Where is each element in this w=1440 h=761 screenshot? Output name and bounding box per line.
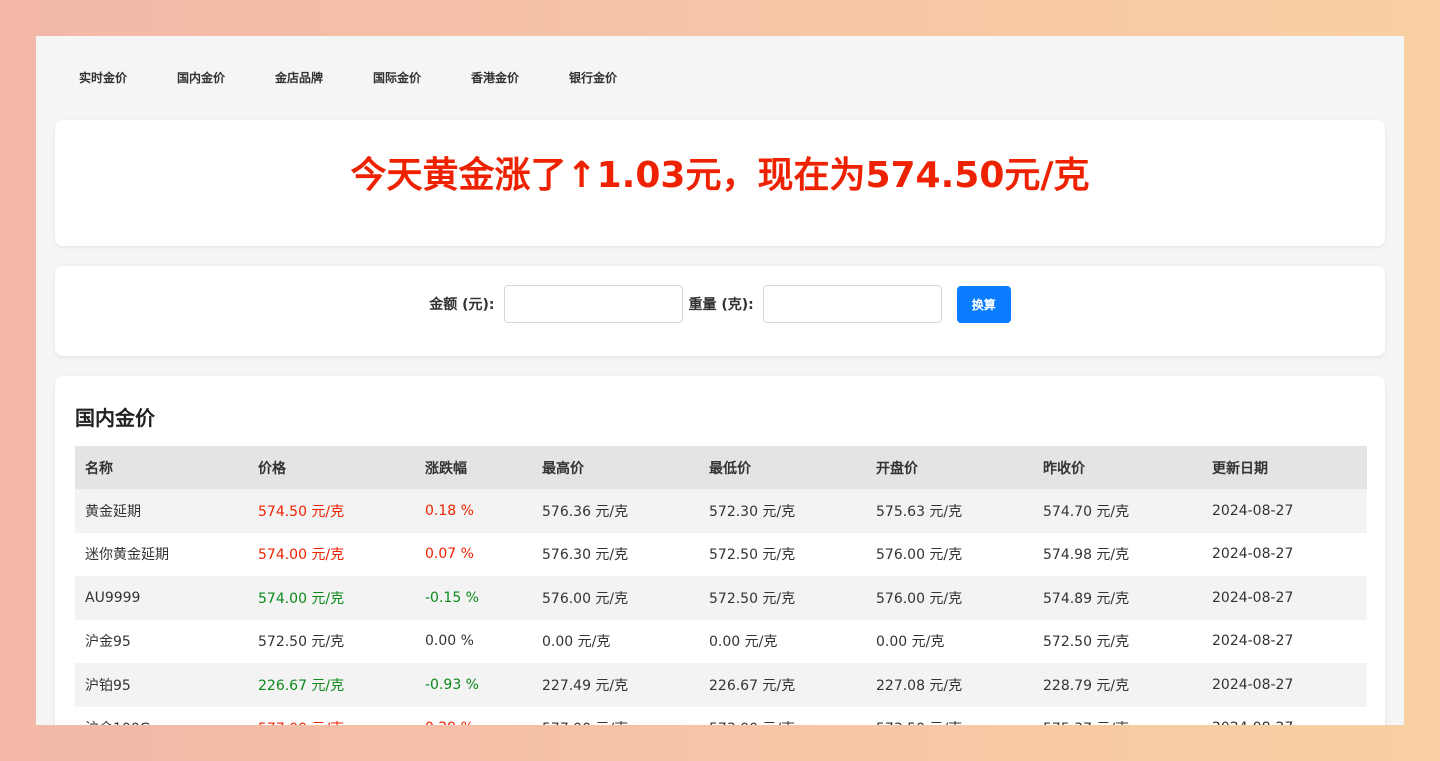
low-cell: 572.50 元/克 bbox=[699, 532, 866, 576]
open-cell: 575.63 元/克 bbox=[866, 489, 1033, 533]
browser-page: 实时金价 国内金价 金店品牌 国际金价 香港金价 银行金价 今天黄金涨了↑1.0… bbox=[36, 36, 1404, 725]
section-title: 国内金价 bbox=[75, 406, 155, 430]
price-table: 名称 价格 涨跌幅 最高价 最低价 开盘价 昨收价 更新日期 黄金延期 574.5… bbox=[75, 446, 1367, 725]
date-cell: 2024-08-27 bbox=[1202, 663, 1367, 707]
name-cell: AU9999 bbox=[75, 576, 248, 620]
high-cell: 577.00 元/克 bbox=[532, 706, 699, 725]
date-cell: 2024-08-27 bbox=[1202, 706, 1367, 725]
prev-close-cell: 228.79 元/克 bbox=[1033, 663, 1202, 707]
low-cell: 572.50 元/克 bbox=[699, 576, 866, 620]
open-cell: 576.00 元/克 bbox=[866, 576, 1033, 620]
low-cell: 0.00 元/克 bbox=[699, 619, 866, 663]
price-headline-card: 今天黄金涨了↑1.03元，现在为574.50元/克 bbox=[55, 120, 1385, 246]
col-header-open: 开盘价 bbox=[866, 446, 1033, 489]
date-cell: 2024-08-27 bbox=[1202, 489, 1367, 533]
change-cell: 0.00 % bbox=[415, 619, 532, 663]
name-cell: 沪金100G bbox=[75, 706, 248, 725]
price-cell: 226.67 元/克 bbox=[248, 663, 415, 707]
table-row: 黄金延期 574.50 元/克 0.18 % 576.36 元/克 572.30 元/克… bbox=[75, 489, 1367, 533]
convert-button[interactable]: 换算 bbox=[956, 285, 1011, 323]
price-cell: 574.50 元/克 bbox=[248, 489, 415, 533]
col-header-prev-close: 昨收价 bbox=[1033, 446, 1202, 489]
open-cell: 573.50 元/克 bbox=[866, 706, 1033, 725]
converter-card: 金额 (元): 重量 (克): 换算 bbox=[55, 266, 1385, 356]
change-cell: 0.29 % bbox=[415, 706, 532, 725]
table-row: AU9999 574.00 元/克 -0.15 % 576.00 元/克 572.50 … bbox=[75, 576, 1367, 620]
name-cell: 黄金延期 bbox=[75, 489, 248, 533]
weight-input[interactable] bbox=[762, 285, 942, 323]
table-row: 沪金95 572.50 元/克 0.00 % 0.00 元/克 0.00 元/克 0.00… bbox=[75, 619, 1367, 663]
nav-bank-gold-price[interactable]: 银行金价 bbox=[569, 69, 667, 86]
price-cell: 577.00 元/克 bbox=[248, 706, 415, 725]
table-row: 沪铂95 226.67 元/克 -0.93 % 227.49 元/克 226.67 元/… bbox=[75, 663, 1367, 707]
date-cell: 2024-08-27 bbox=[1202, 532, 1367, 576]
domestic-price-card: 国内金价 名称 价格 涨跌幅 最高价 最低价 开盘价 昨收价 更新日期 黄金延期… bbox=[55, 376, 1385, 725]
high-cell: 576.30 元/克 bbox=[532, 532, 699, 576]
name-cell: 迷你黄金延期 bbox=[75, 532, 248, 576]
change-cell: -0.15 % bbox=[415, 576, 532, 620]
open-cell: 227.08 元/克 bbox=[866, 663, 1033, 707]
nav-realtime-gold-price[interactable]: 实时金价 bbox=[79, 69, 177, 86]
price-cell: 572.50 元/克 bbox=[248, 619, 415, 663]
prev-close-cell: 574.89 元/克 bbox=[1033, 576, 1202, 620]
high-cell: 227.49 元/克 bbox=[532, 663, 699, 707]
col-header-name: 名称 bbox=[75, 446, 248, 489]
weight-label: 重量 (克): bbox=[688, 297, 754, 313]
table-header-row: 名称 价格 涨跌幅 最高价 最低价 开盘价 昨收价 更新日期 bbox=[75, 446, 1367, 489]
prev-close-cell: 575.37 元/克 bbox=[1033, 706, 1202, 725]
prev-close-cell: 574.70 元/克 bbox=[1033, 489, 1202, 533]
open-cell: 576.00 元/克 bbox=[866, 532, 1033, 576]
top-nav: 实时金价 国内金价 金店品牌 国际金价 香港金价 银行金价 bbox=[79, 69, 667, 86]
price-cell: 574.00 元/克 bbox=[248, 532, 415, 576]
col-header-change: 涨跌幅 bbox=[415, 446, 532, 489]
col-header-low: 最低价 bbox=[699, 446, 866, 489]
price-headline: 今天黄金涨了↑1.03元，现在为574.50元/克 bbox=[350, 155, 1090, 196]
low-cell: 572.30 元/克 bbox=[699, 489, 866, 533]
nav-gold-store-brands[interactable]: 金店品牌 bbox=[275, 69, 373, 86]
change-cell: -0.93 % bbox=[415, 663, 532, 707]
converter-form: 金额 (元): 重量 (克): 换算 bbox=[55, 285, 1385, 323]
price-cell: 574.00 元/克 bbox=[248, 576, 415, 620]
nav-hongkong-gold-price[interactable]: 香港金价 bbox=[471, 69, 569, 86]
nav-international-gold-price[interactable]: 国际金价 bbox=[373, 69, 471, 86]
amount-label: 金额 (元): bbox=[429, 297, 495, 313]
open-cell: 0.00 元/克 bbox=[866, 619, 1033, 663]
table-row: 沪金100G577.00 元/克0.29 %577.00 元/克573.00 元… bbox=[75, 706, 1367, 725]
low-cell: 226.67 元/克 bbox=[699, 663, 866, 707]
date-cell: 2024-08-27 bbox=[1202, 576, 1367, 620]
table-body: 黄金延期 574.50 元/克 0.18 % 576.36 元/克 572.30 元/克… bbox=[75, 489, 1367, 725]
nav-domestic-gold-price[interactable]: 国内金价 bbox=[177, 69, 275, 86]
table-row: 迷你黄金延期 574.00 元/克 0.07 % 576.30 元/克 572.50 元… bbox=[75, 532, 1367, 576]
col-header-high: 最高价 bbox=[532, 446, 699, 489]
prev-close-cell: 574.98 元/克 bbox=[1033, 532, 1202, 576]
high-cell: 576.00 元/克 bbox=[532, 576, 699, 620]
change-cell: 0.07 % bbox=[415, 532, 532, 576]
amount-input[interactable] bbox=[503, 285, 683, 323]
col-header-update-date: 更新日期 bbox=[1202, 446, 1367, 489]
change-cell: 0.18 % bbox=[415, 489, 532, 533]
name-cell: 沪金95 bbox=[75, 619, 248, 663]
high-cell: 576.36 元/克 bbox=[532, 489, 699, 533]
name-cell: 沪铂95 bbox=[75, 663, 248, 707]
col-header-price: 价格 bbox=[248, 446, 415, 489]
high-cell: 0.00 元/克 bbox=[532, 619, 699, 663]
prev-close-cell: 572.50 元/克 bbox=[1033, 619, 1202, 663]
low-cell: 573.00 元/克 bbox=[699, 706, 866, 725]
date-cell: 2024-08-27 bbox=[1202, 619, 1367, 663]
